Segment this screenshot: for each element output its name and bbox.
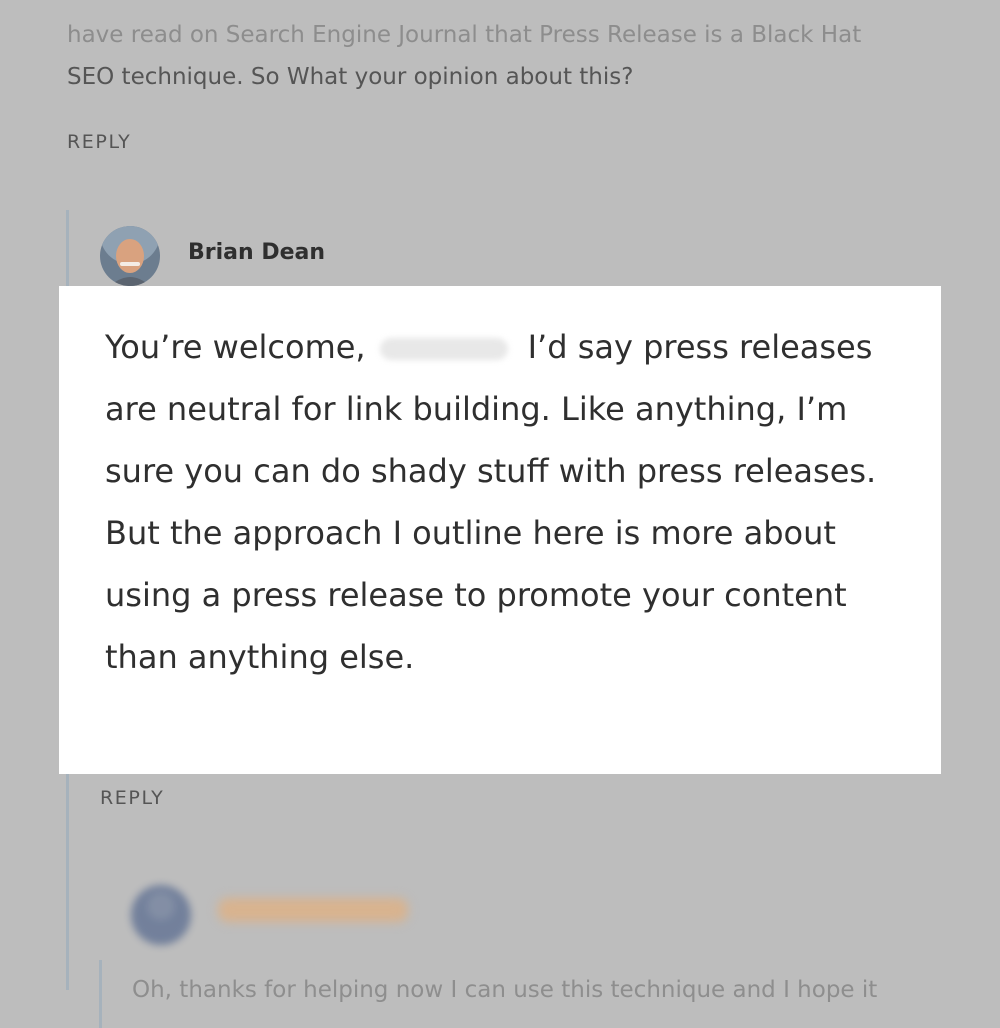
nested-comment-text: Oh, thanks for helping now I can use thi… — [132, 977, 878, 1003]
reply-text: You’re welcome, I’d say press releases ar… — [105, 316, 901, 688]
avatar — [100, 226, 160, 286]
top-comment-line-2: SEO technique. So What your opinion abou… — [67, 64, 634, 90]
blurred-avatar — [131, 885, 191, 945]
author-photo — [100, 226, 160, 286]
blurred-commenter-name — [218, 898, 408, 922]
highlighted-reply-callout: You’re welcome, I’d say press releases ar… — [59, 286, 941, 774]
reply-button[interactable]: REPLY — [100, 787, 164, 809]
reply-button-top[interactable]: REPLY — [67, 131, 131, 153]
top-comment-text: have read on Search Engine Journal that … — [67, 14, 947, 98]
redacted-name — [379, 338, 508, 360]
author-name[interactable]: Brian Dean — [188, 240, 325, 265]
reply-text-rest: I’d say press releases are neutral for l… — [105, 328, 877, 676]
reply-text-start: You’re welcome, — [105, 328, 366, 366]
top-comment-line-1: have read on Search Engine Journal that … — [67, 22, 862, 48]
nested-thread-line — [99, 960, 102, 1028]
